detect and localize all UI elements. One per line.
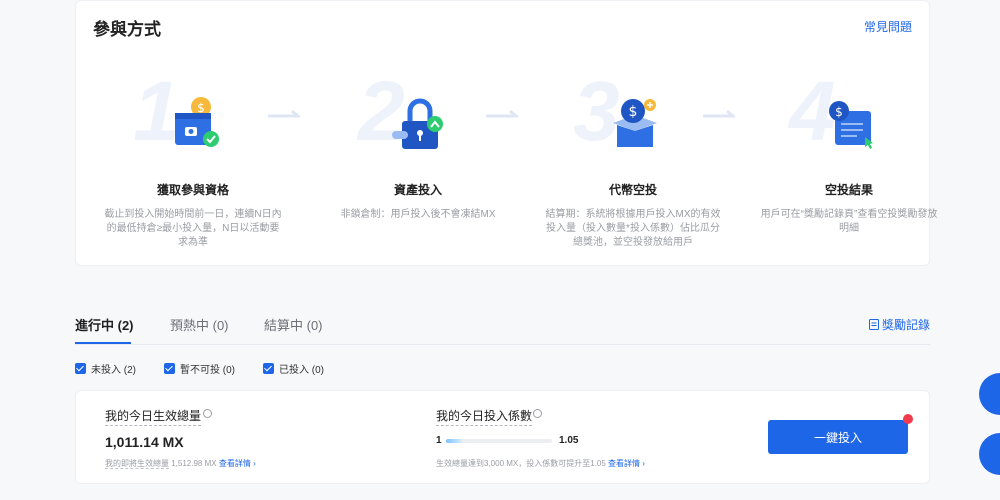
rewards-record-link[interactable]: 獎勵記錄 xyxy=(868,316,930,333)
upcoming-total: 我的即將生效總量 1,512.98 MX 查看詳情 › xyxy=(105,458,256,469)
participation-title: 參與方式 xyxy=(93,20,161,39)
filter-unavailable[interactable]: 暫不可投 (0) xyxy=(164,361,235,376)
step-desc: 截止到投入開始時間前一日，連續N日內的最低持倉≥最小投入量，N日以活動要求為準 xyxy=(104,209,282,248)
svg-text:$: $ xyxy=(835,105,843,119)
filter-checkboxes: 未投入 (2) 暫不可投 (0) 已投入 (0) xyxy=(75,361,324,376)
filter-invested[interactable]: 已投入 (0) xyxy=(263,361,324,376)
faq-link[interactable]: 常見問題 xyxy=(864,18,912,35)
view-details-link[interactable]: 查看詳情 › xyxy=(608,459,645,468)
airdrop-box-icon: $ xyxy=(613,99,657,147)
coefficient-hint-text: 生效總量達到3,000 MX，投入係數可提升至1.05 xyxy=(436,459,606,468)
upcoming-total-label: 我的即將生效總量 xyxy=(105,459,169,469)
view-details-link[interactable]: 查看詳情 › xyxy=(219,459,256,468)
arrow-right-icon xyxy=(268,109,300,118)
tab-warming-up[interactable]: 預熱中 (0) xyxy=(170,315,229,334)
coefficient-max: 1.05 xyxy=(559,435,579,446)
record-icon xyxy=(868,319,879,330)
coefficient-hint: 生效總量達到3,000 MX，投入係數可提升至1.05 查看詳情 › xyxy=(436,458,645,469)
tab-settling[interactable]: 結算中 (0) xyxy=(264,315,323,334)
coefficient-progress-bar xyxy=(446,439,552,443)
notification-dot xyxy=(903,414,913,424)
step-3: 3 $ 代幣空投 結算期：系統將根據用戶投入MX的有效投入量（投入數量*投入係數… xyxy=(543,69,723,256)
info-icon[interactable] xyxy=(203,409,212,418)
wallet-coin-icon: $ xyxy=(175,97,219,147)
info-icon[interactable] xyxy=(533,409,542,418)
status-tabs: 進行中 (2) 預熱中 (0) 結算中 (0) 獎勵記錄 xyxy=(75,315,930,345)
step-desc: 結算期：系統將根據用戶投入MX的有效投入量（投入數量*投入係數）佔比瓜分總獎池，… xyxy=(545,209,721,248)
filter-not-invested[interactable]: 未投入 (2) xyxy=(75,361,136,376)
coefficient-label: 我的今日投入係數 xyxy=(436,407,533,426)
step-1: 1 $ 獲取參與資格 截止到投入開始時間前一日，連續N日內的最低持倉≥最小投入量… xyxy=(103,69,283,256)
step-desc: 非鎖倉制：用戶投入後不會凍結MX xyxy=(340,209,496,220)
svg-text:$: $ xyxy=(629,104,638,120)
scroll-top-button[interactable] xyxy=(979,373,1000,415)
coefficient-min: 1 xyxy=(436,435,442,446)
checkbox-checked-icon[interactable] xyxy=(75,363,86,374)
effective-total-label: 我的今日生效總量 xyxy=(105,407,202,426)
effective-total-value: 1,011.14 MX xyxy=(105,434,184,450)
page: 參與方式 常見問題 1 $ 獲取參與資格 截止到投入開始時間前一日，連續N日內的… xyxy=(0,0,1000,500)
one-click-invest-button[interactable]: 一鍵投入 xyxy=(768,420,908,454)
airdrop-result-icon: $ xyxy=(829,101,873,149)
lock-icon xyxy=(392,98,443,149)
step-4: 4 $ 空投結果 用戶可在“獎勵記錄頁”查看空投獎勵發放明細 xyxy=(759,69,939,256)
checkbox-checked-icon[interactable] xyxy=(263,363,274,374)
step-name: 獲取參與資格 xyxy=(156,183,229,197)
rewards-record-label: 獎勵記錄 xyxy=(881,318,930,332)
filter-label: 已投入 (0) xyxy=(279,365,324,376)
checkbox-checked-icon[interactable] xyxy=(164,363,175,374)
svg-text:$: $ xyxy=(197,101,205,115)
step-name: 資產投入 xyxy=(393,183,442,197)
arrow-right-icon xyxy=(486,109,518,118)
step-2: 2 資產投入 非鎖倉制：用戶投入後不會凍結MX xyxy=(328,69,508,256)
active-tab-indicator xyxy=(75,342,131,344)
filter-label: 暫不可投 (0) xyxy=(180,365,235,376)
investment-summary-panel: 我的今日生效總量 1,011.14 MX 我的即將生效總量 1,512.98 M… xyxy=(75,390,930,484)
tab-in-progress[interactable]: 進行中 (2) xyxy=(75,315,134,334)
participation-card: 參與方式 常見問題 1 $ 獲取參與資格 截止到投入開始時間前一日，連續N日內的… xyxy=(75,0,937,266)
step-name: 空投結果 xyxy=(824,183,873,197)
arrow-right-icon xyxy=(703,109,735,118)
support-button[interactable] xyxy=(979,433,1000,475)
step-desc: 用戶可在“獎勵記錄頁”查看空投獎勵發放明細 xyxy=(760,209,938,234)
filter-label: 未投入 (2) xyxy=(91,365,136,376)
step-name: 代幣空投 xyxy=(608,183,657,197)
upcoming-total-value: 1,512.98 MX xyxy=(171,459,217,468)
progress-fill xyxy=(446,439,462,443)
